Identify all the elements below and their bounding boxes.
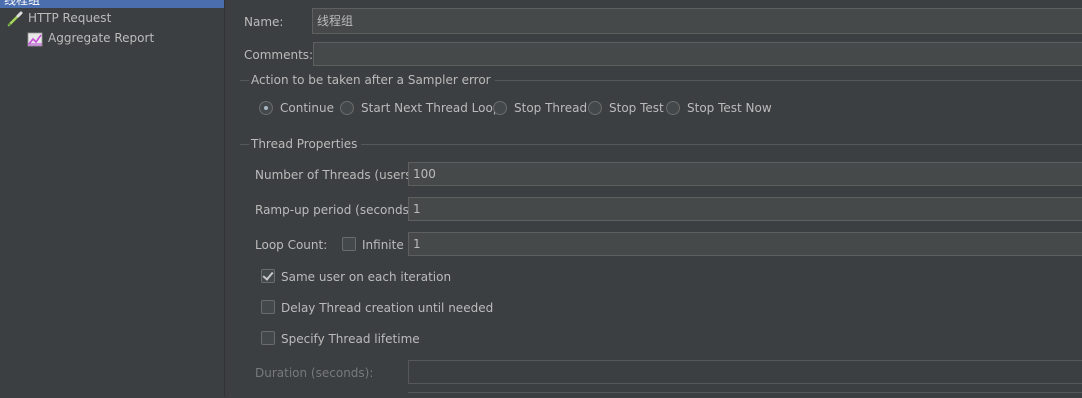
radio-stop-test-now[interactable]: Stop Test Now [666,100,776,116]
duration-input [408,360,1082,384]
delay-thread-label: Delay Thread creation until needed [281,301,494,315]
radio-start-next-thread-loop[interactable]: Start Next Thread Loop [340,100,500,116]
duration-label: Duration (seconds): [255,366,374,380]
split-pane-divider[interactable] [224,0,232,397]
radio-button[interactable] [588,101,602,115]
sampler-error-title: Action to be taken after a Sampler error [249,73,495,87]
comments-input[interactable] [313,42,1082,66]
group-border [240,144,1082,145]
radio-label: Stop Test [609,101,664,115]
chart-icon [26,30,44,48]
thread-properties-title: Thread Properties [249,137,362,151]
radio-label: Stop Test Now [687,101,772,115]
infinite-checkbox[interactable] [342,237,356,251]
thread-lifetime-label: Specify Thread lifetime [281,332,420,346]
tree-item-label: Aggregate Report [48,31,155,45]
tree-item-http-request[interactable]: HTTP Request [6,10,206,28]
radio-button[interactable] [666,101,680,115]
radio-label: Start Next Thread Loop [361,101,501,115]
same-user-checkbox[interactable] [261,269,275,283]
radio-stop-test[interactable]: Stop Test [588,100,668,116]
tree-item-aggregate-report[interactable]: Aggregate Report [26,30,216,48]
test-plan-tree: 线程组 HTTP Request Aggregate Report [0,0,225,397]
delay-thread-checkbox[interactable] [261,300,275,314]
radio-button[interactable] [340,101,354,115]
radio-button[interactable] [493,101,507,115]
radio-button[interactable] [259,101,273,115]
loop-count-input[interactable]: 1 [408,232,1082,256]
radio-label: Stop Thread [514,101,588,115]
radio-label: Continue [280,101,334,115]
infinite-label: Infinite [362,238,404,252]
name-input[interactable]: 线程组 [312,8,1082,34]
tree-item-label: 线程组 [4,0,41,7]
tree-item-thread-group[interactable]: 线程组 [0,0,224,8]
thread-lifetime-checkbox[interactable] [261,331,275,345]
same-user-label: Same user on each iteration [281,270,452,284]
startup-delay-input [408,392,1082,398]
loop-count-label: Loop Count: [255,238,328,252]
thread-group-panel: Name: 线程组 Comments: Action to be taken a… [232,0,1082,397]
tree-item-label: HTTP Request [28,11,112,25]
rampup-input[interactable]: 1 [408,197,1082,221]
rampup-label: Ramp-up period (seconds): [255,203,418,217]
comments-label: Comments: [244,48,314,62]
threads-input[interactable]: 100 [408,162,1082,186]
threads-label: Number of Threads (users): [255,168,421,182]
name-label: Name: [244,15,284,29]
radio-stop-thread[interactable]: Stop Thread [493,100,593,116]
pipette-icon [6,10,24,28]
